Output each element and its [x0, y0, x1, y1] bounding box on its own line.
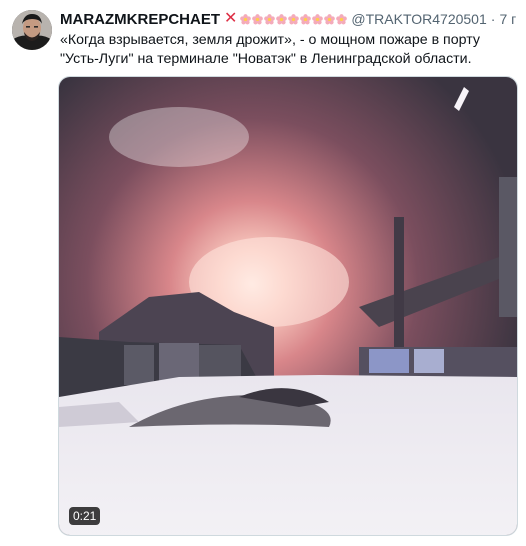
- video-thumbnail: [59, 77, 517, 535]
- cross-mark-icon: ✕: [224, 10, 238, 27]
- tweet-timestamp[interactable]: 7 год: [499, 11, 516, 27]
- header-separator: ·: [490, 11, 496, 27]
- video-duration: 0:21: [69, 507, 101, 525]
- flower-icon: [252, 13, 264, 24]
- avatar-image: [12, 10, 52, 50]
- author-handle[interactable]: @TRAKTOR4720501: [351, 11, 486, 27]
- flower-icon: [240, 13, 252, 24]
- avatar[interactable]: [12, 10, 52, 50]
- tweet[interactable]: MARAZMKREPCHAET ✕ @TRAKTOR4720501 · 7 го…: [0, 0, 526, 546]
- flower-icon: [264, 13, 276, 24]
- flower-icon: [300, 13, 312, 24]
- flower-icon: [276, 13, 288, 24]
- flower-icon: [324, 13, 336, 24]
- flower-icon: [336, 13, 348, 24]
- tweet-text: «Когда взрывается, земля дрожит», - о мо…: [60, 32, 480, 67]
- flower-icon: [288, 13, 300, 24]
- tweet-header: MARAZMKREPCHAET ✕ @TRAKTOR4720501 · 7 го…: [60, 9, 516, 29]
- author-display-name[interactable]: MARAZMKREPCHAET: [60, 11, 220, 28]
- flower-icon: [312, 13, 324, 24]
- video-player[interactable]: 0:21: [58, 76, 518, 536]
- author-name-emojis: ✕: [224, 10, 348, 27]
